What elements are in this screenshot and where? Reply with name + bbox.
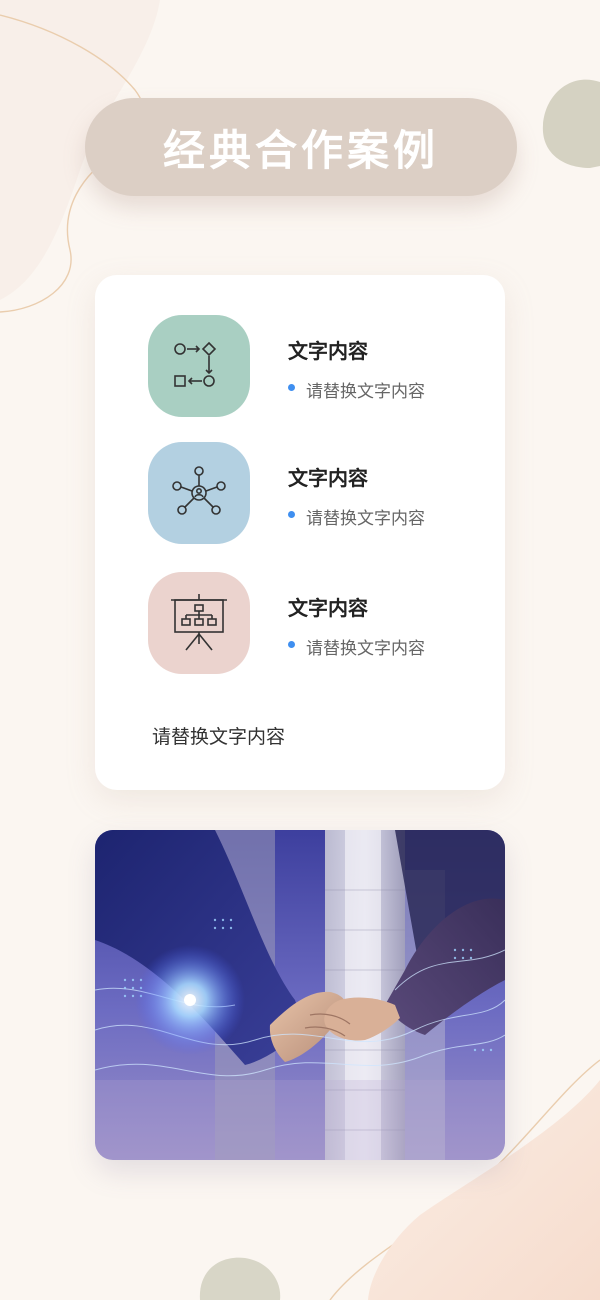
bullet-dot bbox=[288, 510, 295, 518]
icon-tile bbox=[148, 572, 250, 674]
handshake-image bbox=[95, 830, 505, 1160]
icon-tile bbox=[148, 442, 250, 544]
case-item: 文字内容 请替换文字内容 bbox=[148, 315, 488, 417]
presentation-board-icon bbox=[171, 594, 227, 651]
card-caption: 请替换文字内容 bbox=[152, 726, 286, 748]
item-bullet-text: 请替换文字内容 bbox=[306, 381, 425, 402]
case-item: 文字内容 请替换文字内容 bbox=[148, 572, 488, 674]
icon-tile bbox=[148, 315, 250, 417]
title-banner: 经典合作案例 bbox=[85, 98, 517, 196]
process-flow-icon bbox=[174, 341, 217, 387]
network-icon bbox=[172, 466, 226, 515]
item-title: 文字内容 bbox=[288, 466, 368, 490]
page-title: 经典合作案例 bbox=[162, 125, 439, 175]
bullet-dot bbox=[288, 640, 295, 648]
item-bullet-text: 请替换文字内容 bbox=[306, 508, 425, 529]
bullet-dot bbox=[288, 383, 295, 391]
handshake-illustration bbox=[95, 830, 505, 1160]
blob-bottom-left bbox=[199, 1257, 281, 1300]
item-bullet-text: 请替换文字内容 bbox=[306, 638, 425, 659]
blob-top-right bbox=[542, 79, 600, 168]
case-item: 文字内容 请替换文字内容 bbox=[148, 442, 488, 544]
item-title: 文字内容 bbox=[288, 596, 368, 620]
item-bullet: 请替换文字内容 bbox=[288, 377, 425, 402]
item-bullet: 请替换文字内容 bbox=[288, 504, 425, 529]
cases-card: 文字内容 请替换文字内容 文字内容 请替换文字内容 文字内容 请替换文字内容 请… bbox=[95, 275, 505, 790]
item-bullet: 请替换文字内容 bbox=[288, 634, 425, 659]
item-title: 文字内容 bbox=[288, 339, 368, 363]
